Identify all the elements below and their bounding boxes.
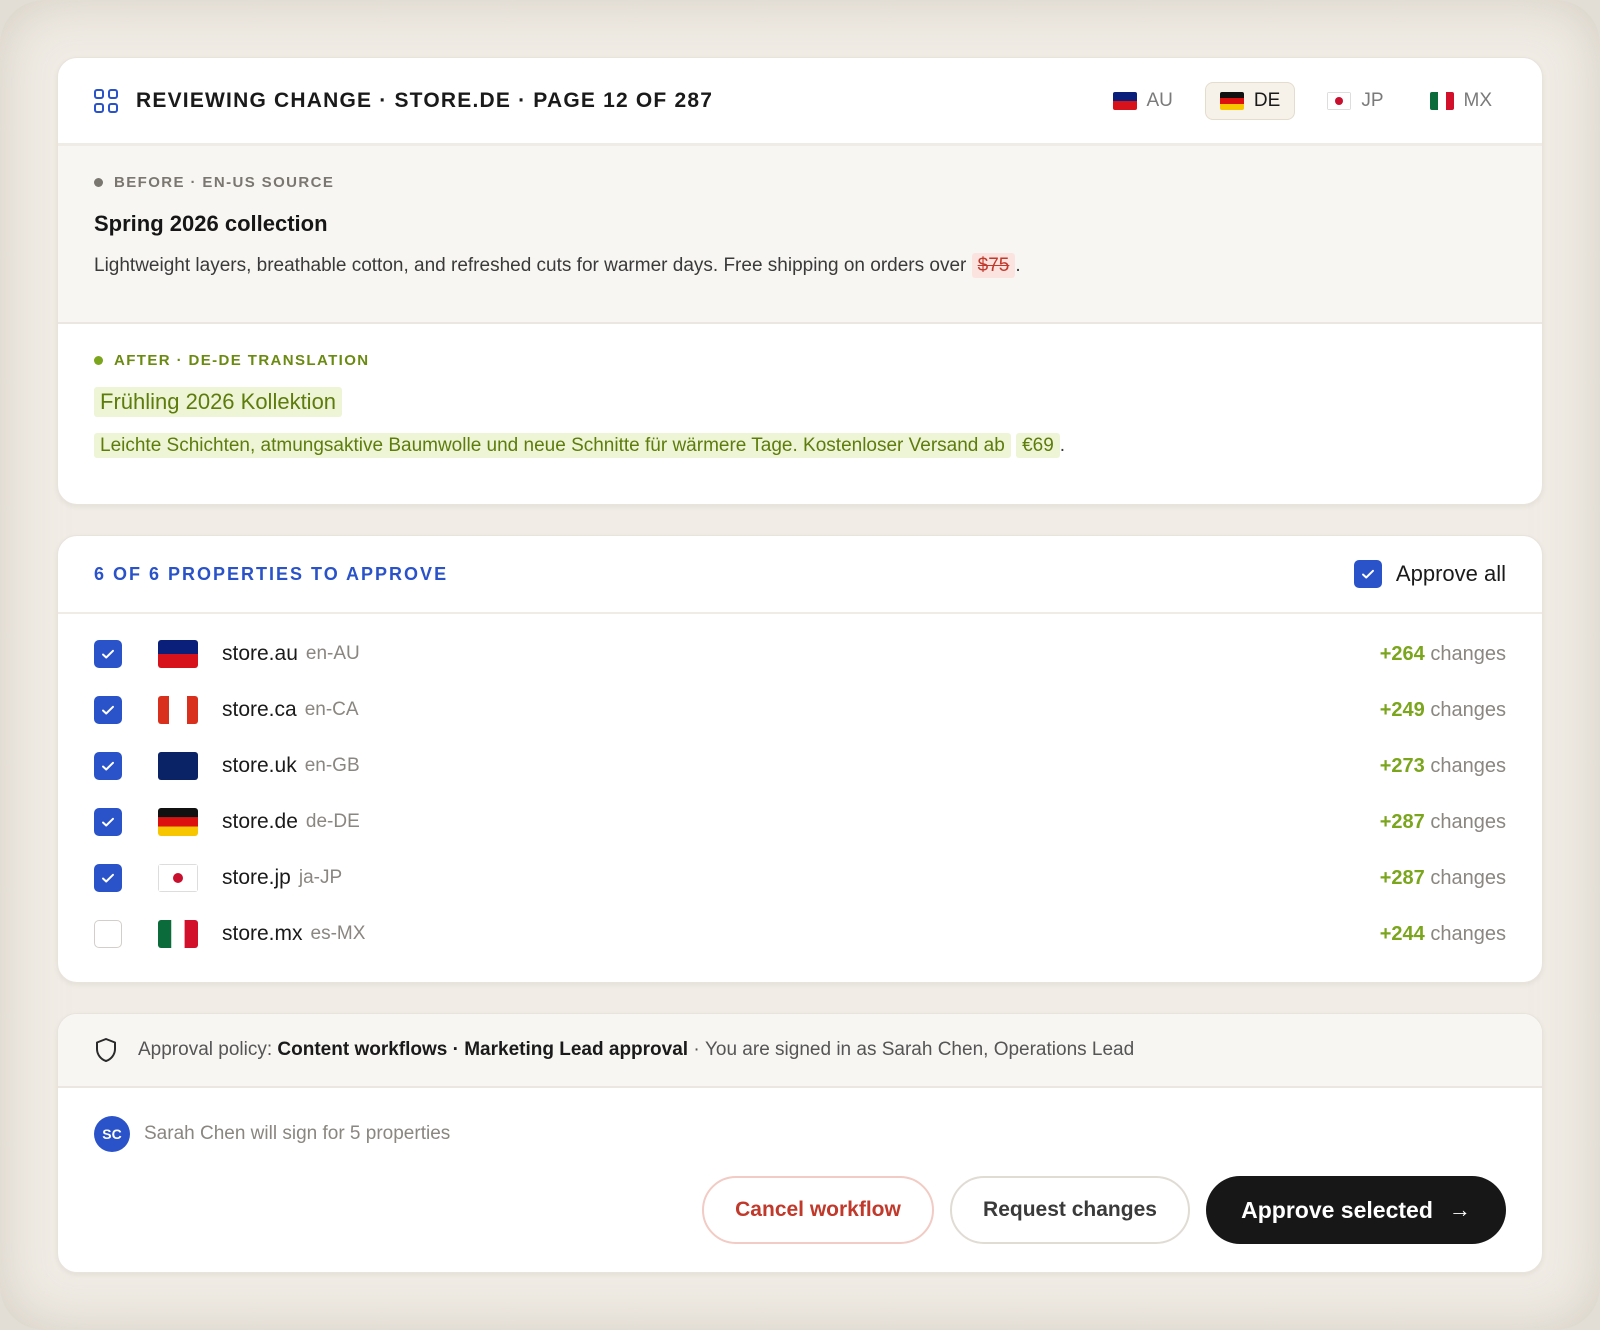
tab-label: DE (1253, 89, 1281, 111)
preview-header: Reviewing change · store.de · Page 12 of… (58, 58, 1542, 146)
avatar: SC (94, 1116, 130, 1152)
property-row-store-de[interactable]: store.de de-DE +287 changes (58, 794, 1542, 850)
after-body: Leichte Schichten, atmungsaktive Baumwol… (94, 433, 1506, 458)
property-row-store-mx[interactable]: store.mx es-MX +244 changes (58, 906, 1542, 962)
property-changes: +287 changes (1379, 866, 1506, 889)
before-section: Before · en-US source Spring 2026 collec… (58, 146, 1542, 324)
approve-selected-button[interactable]: Approve selected → (1206, 1176, 1506, 1244)
shield-icon (96, 1038, 116, 1062)
status-dot (94, 178, 103, 187)
property-locale: ja-JP (298, 867, 343, 888)
tab-label: AU (1146, 89, 1173, 111)
page-title: Reviewing change · store.de · Page 12 of… (136, 88, 714, 112)
property-checkbox[interactable] (94, 808, 122, 836)
after-heading: Frühling 2026 Kollektion (94, 387, 343, 417)
tab-locale-mx[interactable]: MX (1416, 82, 1507, 120)
check-icon (1361, 569, 1374, 579)
check-icon (102, 761, 114, 771)
property-name: store.jp (222, 866, 291, 889)
signer-text: Sarah Chen will sign for 5 properties (144, 1123, 451, 1144)
property-locale: en-CA (304, 699, 359, 720)
property-name: store.mx (222, 922, 303, 945)
approval-policy: Approval policy: Content workflows · Mar… (58, 1014, 1542, 1088)
property-locale: en-GB (304, 755, 360, 776)
property-checkbox[interactable] (94, 752, 122, 780)
removed-price: $75 (971, 253, 1016, 278)
properties-card: 6 of 6 properties to approve Approve all… (57, 535, 1543, 983)
property-changes: +264 changes (1379, 642, 1506, 665)
arrow-right-icon: → (1448, 1197, 1471, 1222)
tab-label: JP (1361, 89, 1384, 111)
request-changes-button[interactable]: Request changes (950, 1176, 1190, 1244)
property-locale: de-DE (305, 811, 360, 832)
de-flag-icon (1219, 91, 1244, 110)
property-row-store-ca[interactable]: store.ca en-CA +249 changes (58, 682, 1542, 738)
property-checkbox[interactable] (94, 864, 122, 892)
before-body: Lightweight layers, breathable cotton, a… (94, 253, 1021, 278)
property-changes: +244 changes (1379, 922, 1506, 945)
signer-info: SC Sarah Chen will sign for 5 properties (58, 1088, 1542, 1152)
property-name: store.uk (222, 754, 297, 777)
mx-flag-icon (158, 920, 198, 948)
added-price: €69 (1016, 433, 1060, 458)
property-changes: +287 changes (1379, 810, 1506, 833)
au-flag-icon (1112, 91, 1137, 110)
property-row-store-jp[interactable]: store.jp ja-JP +287 changes (58, 850, 1542, 906)
jp-flag-icon (1327, 91, 1352, 110)
property-changes: +273 changes (1379, 754, 1506, 777)
policy-workflow: Content workflows · Marketing Lead appro… (277, 1039, 689, 1060)
properties-header: 6 of 6 properties to approve Approve all (58, 536, 1542, 614)
tab-locale-jp[interactable]: JP (1313, 82, 1397, 120)
after-label: After · de-DE translation (94, 352, 1506, 369)
property-row-store-uk[interactable]: store.uk en-GB +273 changes (58, 738, 1542, 794)
tab-locale-de[interactable]: DE (1204, 81, 1296, 120)
property-checkbox[interactable] (94, 696, 122, 724)
property-name: store.de (222, 810, 298, 833)
property-name: store.au (222, 642, 298, 665)
property-checkbox[interactable] (94, 920, 122, 948)
properties-title: 6 of 6 properties to approve (94, 563, 449, 584)
check-icon (102, 705, 114, 715)
property-locale: en-AU (305, 643, 360, 664)
change-preview-card: Reviewing change · store.de · Page 12 of… (57, 57, 1543, 505)
property-list: store.au en-AU +264 changes store.ca en-… (58, 614, 1542, 962)
check-icon (102, 817, 114, 827)
check-icon (102, 649, 114, 659)
signed-in-text: You are signed in as Sarah Chen, Operati… (704, 1039, 1135, 1060)
property-checkbox[interactable] (94, 640, 122, 668)
window-frame: Reviewing change · store.de · Page 12 of… (0, 0, 1600, 1330)
property-locale: es-MX (310, 923, 366, 944)
property-changes: +249 changes (1379, 698, 1506, 721)
property-name: store.ca (222, 698, 297, 721)
added-text: Leichte Schichten, atmungsaktive Baumwol… (94, 433, 1011, 458)
after-section: After · de-DE translation Frühling 2026 … (58, 324, 1542, 458)
locale-tabs: AU DE JP MX (1099, 81, 1507, 120)
tab-locale-au[interactable]: AU (1099, 82, 1187, 120)
au-flag-icon (158, 640, 198, 668)
ca-flag-icon (158, 696, 198, 724)
de-flag-icon (158, 808, 198, 836)
mx-flag-icon (1429, 91, 1454, 110)
approve-all-checkbox[interactable] (1353, 560, 1382, 588)
property-row-store-au[interactable]: store.au en-AU +264 changes (58, 626, 1542, 682)
approval-card: Approval policy: Content workflows · Mar… (57, 1013, 1543, 1273)
uk-flag-icon (158, 752, 198, 780)
tab-label: MX (1463, 89, 1493, 111)
action-bar: Cancel workflow Request changes Approve … (702, 1176, 1506, 1244)
cancel-workflow-button[interactable]: Cancel workflow (702, 1176, 934, 1244)
approve-all-label: Approve all (1395, 561, 1506, 586)
before-label: Before · en-US source (94, 174, 1506, 191)
check-icon (102, 873, 114, 883)
approve-all-toggle[interactable]: Approve all (1353, 560, 1506, 588)
before-heading: Spring 2026 collection (94, 211, 328, 236)
status-dot (94, 356, 103, 365)
grid-icon (94, 88, 118, 113)
jp-flag-icon (158, 864, 198, 892)
